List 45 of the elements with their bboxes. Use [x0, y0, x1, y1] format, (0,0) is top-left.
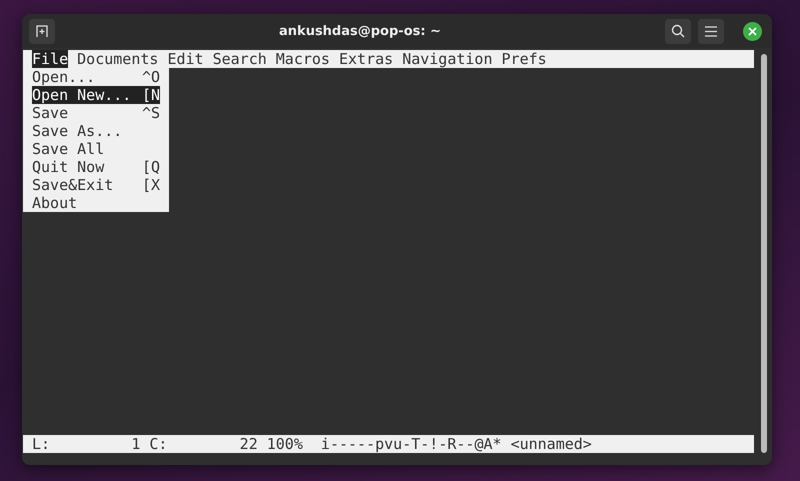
shortcut-label: ^O [142, 68, 160, 86]
status-text: <unnamed> [510, 435, 592, 453]
menu-entry[interactable]: Save As... [32, 122, 160, 140]
close-icon [748, 26, 757, 36]
menu-entry-label: About [32, 194, 78, 212]
menu-entry[interactable]: About [32, 194, 160, 212]
menu-entry-label: Open New... [32, 86, 132, 104]
status-text: C: [149, 435, 168, 453]
status-text: 1 [130, 435, 140, 453]
menu-item[interactable]: Extras [338, 50, 394, 68]
menu-entry-label: Open... [32, 68, 96, 86]
status-text: L: [32, 435, 50, 453]
menu-entry-label: Save&Exit [32, 176, 114, 194]
menu-entry[interactable]: Save All [32, 140, 160, 158]
menu-icon [705, 26, 717, 36]
shortcut-label: [N [142, 86, 160, 104]
menu-entry[interactable]: Quit Now [Q [32, 158, 160, 176]
menu-item[interactable]: Prefs [502, 50, 547, 68]
search-icon [671, 24, 685, 38]
menu-item[interactable]: Search [212, 50, 267, 68]
shortcut-label: [X [142, 176, 160, 194]
new-tab-button[interactable] [29, 18, 55, 44]
menu-item[interactable]: Navigation [402, 50, 492, 68]
menu-button[interactable] [698, 18, 724, 44]
menu-item[interactable]: Macros [276, 50, 330, 68]
shortcut-label: ^S [142, 104, 160, 122]
status-text: 22 [238, 435, 258, 453]
menu-entry-label: Save As... [32, 122, 122, 140]
status-text: 100% [266, 435, 303, 453]
menu-entry-label: Quit Now [32, 158, 104, 176]
window-title: ankushdas@pop-os: ~ [278, 24, 442, 38]
shortcut-label: [Q [142, 158, 160, 176]
new-tab-icon [35, 24, 49, 38]
close-button[interactable] [743, 22, 762, 40]
status-text: i-----pvu-T-!-R--@A* [320, 435, 502, 453]
menu-entry-label: Save All [32, 140, 104, 158]
menu-entry[interactable]: Open... ^O [32, 68, 160, 86]
menu-entry[interactable]: Open New... [N [32, 86, 160, 104]
menu-entry[interactable]: Save ^S [32, 104, 160, 122]
search-button[interactable] [665, 18, 691, 44]
menu-item[interactable]: File [32, 50, 68, 68]
menu-item[interactable]: Documents [77, 50, 158, 68]
menu-entry-label: Save [32, 104, 68, 122]
menu-entry[interactable]: Save&Exit [X [32, 176, 160, 194]
menu-item[interactable]: Edit [167, 50, 204, 68]
